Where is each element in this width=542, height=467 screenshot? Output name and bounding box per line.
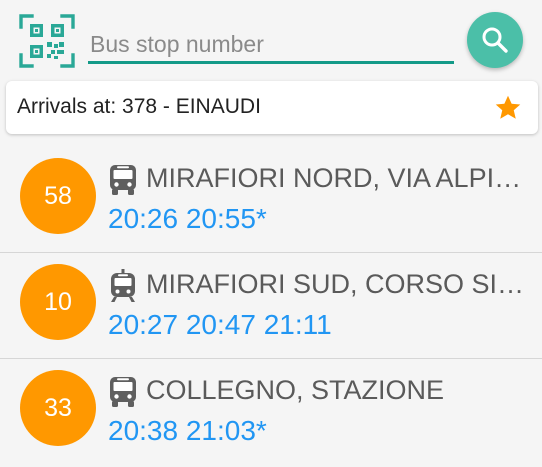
qr-scan-button[interactable] [18,13,76,69]
qr-code-scanner-icon [19,14,75,68]
arrivals-stop-label: Arrivals at: 378 - EINAUDI [17,95,261,118]
arrivals-header-card: Arrivals at: 378 - EINAUDI [6,81,538,134]
bus-icon [110,165,136,195]
arrivals-list: 58 MIRAFIORI NORD, VIA ALPIGNANO 20:26 2… [0,147,542,465]
route-times: 20:38 21:03* [108,415,267,446]
line-badge: 33 [20,370,96,446]
route-destination: COLLEGNO, STAZIONE [146,375,445,405]
search-icon [482,27,508,53]
search-button[interactable] [467,12,523,68]
line-badge: 10 [20,264,96,340]
bus-stop-number-input[interactable] [88,28,454,64]
list-item[interactable]: 33 COLLEGNO, STAZIONE 20:38 21:03* [0,359,542,465]
route-times: 20:27 20:47 21:11 [108,309,332,340]
search-bar [0,0,542,80]
route-destination: MIRAFIORI NORD, VIA ALPIGNANO [146,163,526,193]
bus-icon [110,377,136,407]
route-destination: MIRAFIORI SUD, CORSO SIRACUSA [146,269,526,299]
line-badge: 58 [20,158,96,234]
star-icon [495,95,521,119]
list-item[interactable]: 10 MIRAFIORI SUD, CORSO SIRACUSA 20:27 2… [0,253,542,359]
favorite-button[interactable] [493,93,523,123]
tram-icon [111,269,135,302]
list-item[interactable]: 58 MIRAFIORI NORD, VIA ALPIGNANO 20:26 2… [0,147,542,253]
route-times: 20:26 20:55* [108,203,267,234]
